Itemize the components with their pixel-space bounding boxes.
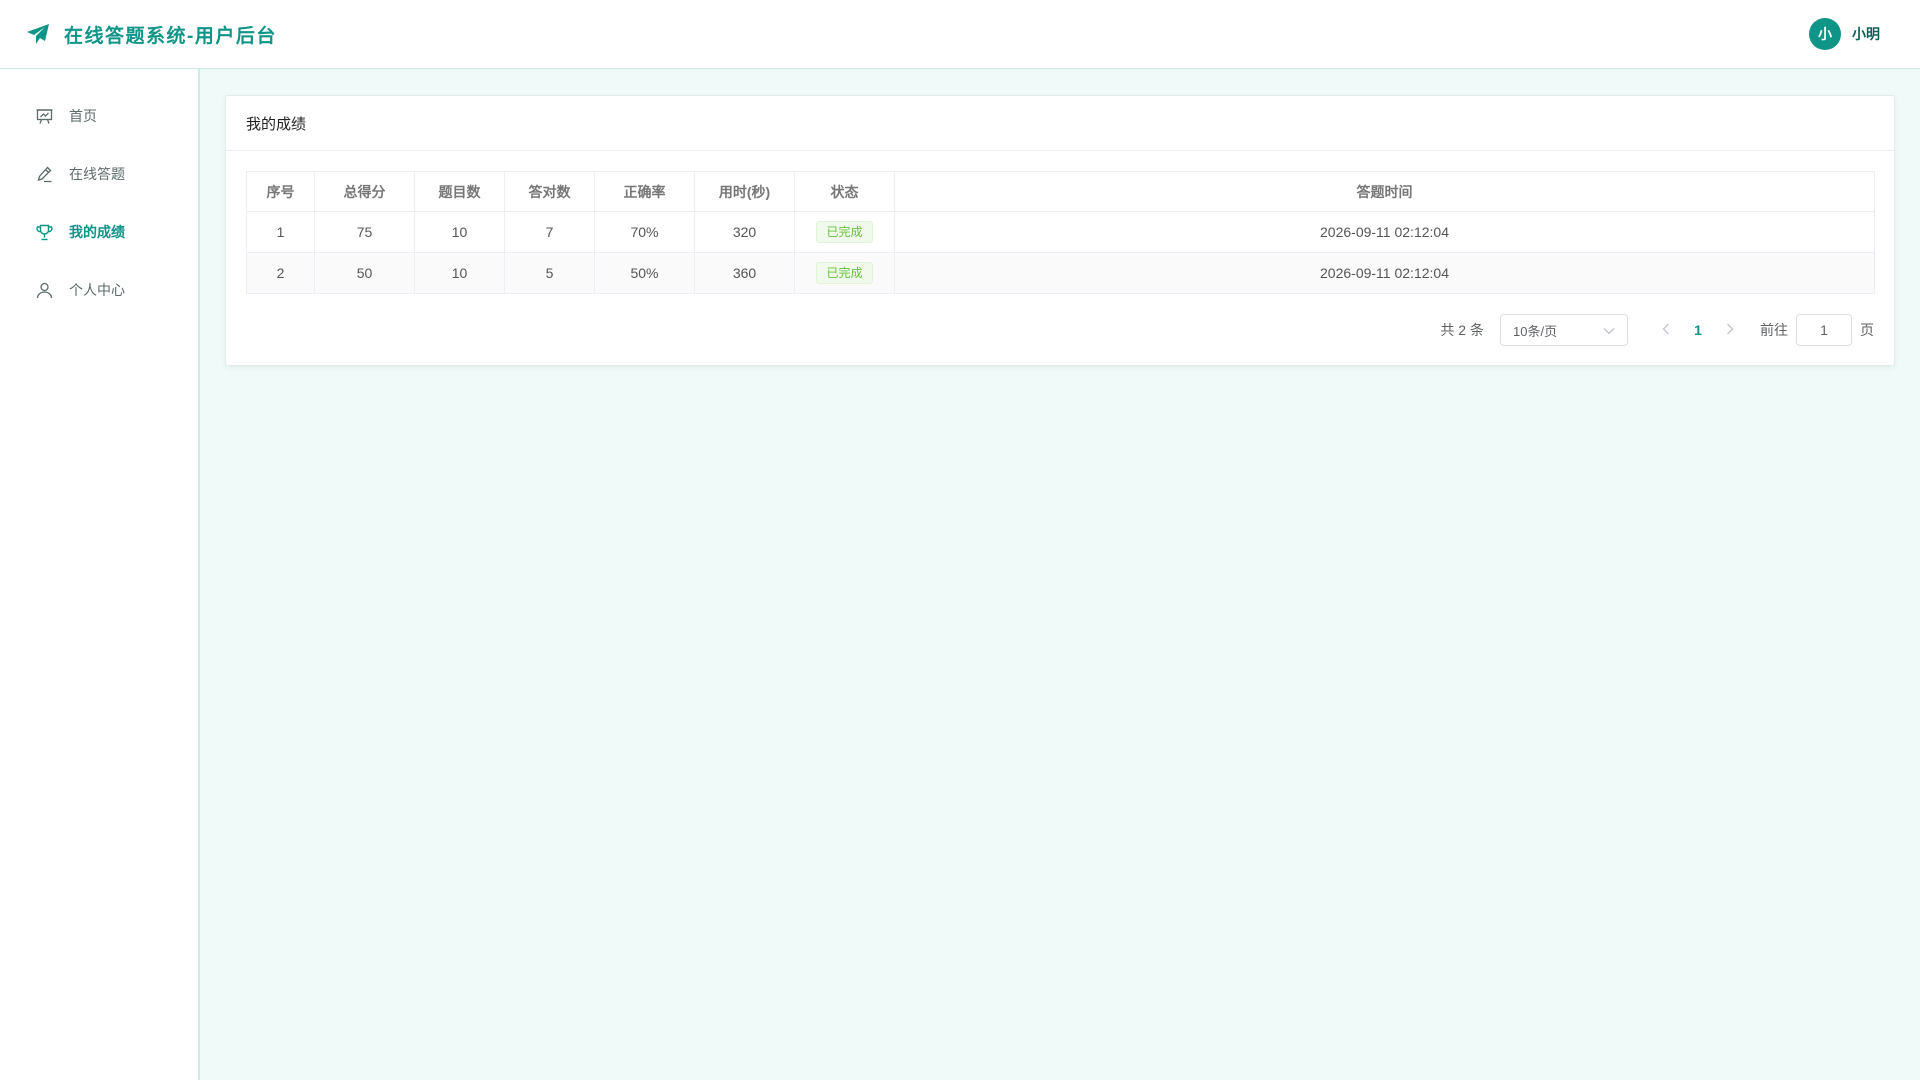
brand: 在线答题系统-用户后台 [26,21,277,48]
column-header-time-used: 用时(秒) [694,171,795,212]
column-header-status: 状态 [794,171,895,212]
presentation-board-icon [35,107,53,125]
paper-plane-icon [26,22,50,46]
pencil-icon [35,165,53,183]
goto-page-input[interactable] [1796,314,1852,346]
cell-time-used: 320 [694,211,795,253]
cell-submitted-at: 2026-09-11 02:12:04 [894,252,1875,294]
sidebar: 首页 在线答题 我的成绩 个人中心 [0,69,200,1080]
cell-score: 50 [314,252,415,294]
scores-card: 我的成绩 序号 总得分 题目数 答对数 正确率 用时(秒) 状态 答题时间 1 … [225,95,1895,366]
trophy-icon [35,223,53,241]
table-row: 1 75 10 7 70% 320 已完成 2026-09-11 02:12:0… [246,211,1875,253]
column-header-accuracy: 正确率 [594,171,695,212]
sidebar-item-label: 个人中心 [69,282,125,298]
user-icon [35,281,53,299]
table-header-row: 序号 总得分 题目数 答对数 正确率 用时(秒) 状态 答题时间 [246,171,1875,212]
user-menu[interactable]: 小 小明 [1809,18,1880,50]
cell-submitted-at: 2026-09-11 02:12:04 [894,211,1875,253]
cell-status: 已完成 [794,252,895,294]
chevron-right-icon [1727,323,1734,335]
cell-score: 75 [314,211,415,253]
sidebar-item-my-scores[interactable]: 我的成绩 [0,203,198,261]
page-size-value: 10条/页 [1513,323,1558,339]
sidebar-item-label: 在线答题 [69,166,125,182]
column-header-submitted-at: 答题时间 [894,171,1875,212]
username[interactable]: 小明 [1852,24,1880,44]
page-number-current[interactable]: 1 [1682,322,1714,338]
cell-index: 1 [246,211,315,253]
sidebar-item-profile[interactable]: 个人中心 [0,261,198,319]
sidebar-item-label: 我的成绩 [69,224,125,240]
top-header: 在线答题系统-用户后台 小 小明 [0,0,1920,69]
card-title: 我的成绩 [226,96,1894,151]
app-title: 在线答题系统-用户后台 [64,25,277,47]
sidebar-item-label: 首页 [69,108,97,124]
pagination: 共 2 条 10条/页 1 前往 页 [246,294,1874,366]
column-header-score: 总得分 [314,171,415,212]
avatar[interactable]: 小 [1809,18,1841,50]
page-size-select[interactable]: 10条/页 [1500,314,1628,346]
scores-table: 序号 总得分 题目数 答对数 正确率 用时(秒) 状态 答题时间 1 75 10… [246,171,1875,294]
cell-accuracy: 50% [594,252,695,294]
cell-correct-count: 7 [504,211,595,253]
pagination-total: 共 2 条 [1440,322,1484,338]
status-badge: 已完成 [816,262,873,284]
chevron-down-icon [1603,323,1615,338]
table-row: 2 50 10 5 50% 360 已完成 2026-09-11 02:12:0… [246,252,1875,294]
status-badge: 已完成 [816,221,873,243]
column-header-index: 序号 [246,171,315,212]
cell-index: 2 [246,252,315,294]
sidebar-item-home[interactable]: 首页 [0,87,198,145]
sidebar-item-online-quiz[interactable]: 在线答题 [0,145,198,203]
cell-status: 已完成 [794,211,895,253]
prev-page-button[interactable] [1650,322,1682,338]
column-header-correct-count: 答对数 [504,171,595,212]
goto-label: 前往 [1760,322,1788,338]
cell-question-count: 10 [414,211,505,253]
column-header-question-count: 题目数 [414,171,505,212]
cell-accuracy: 70% [594,211,695,253]
chevron-left-icon [1662,323,1669,335]
next-page-button[interactable] [1714,322,1746,338]
cell-correct-count: 5 [504,252,595,294]
cell-time-used: 360 [694,252,795,294]
cell-question-count: 10 [414,252,505,294]
page-suffix: 页 [1860,322,1874,338]
